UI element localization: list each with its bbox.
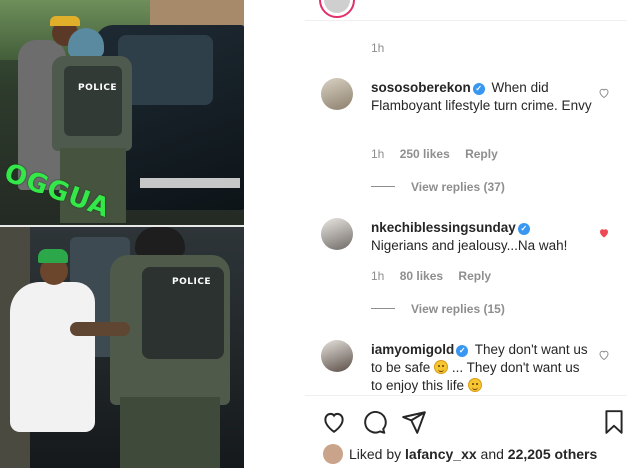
bookmark-icon[interactable] bbox=[601, 409, 627, 435]
view-replies-button[interactable]: View replies (37) bbox=[371, 180, 505, 194]
comment-body: sososoberekon ✓ When did Flamboyant lifes… bbox=[371, 79, 593, 115]
comment-username[interactable]: nkechiblessingsunday bbox=[371, 220, 516, 235]
comment-time: 1h bbox=[371, 269, 385, 283]
post-image[interactable]: POLICE OGGUA POLICE bbox=[0, 0, 244, 468]
comment-time: 1h bbox=[371, 147, 385, 161]
post-timestamp: 1h bbox=[371, 41, 385, 55]
comment-likes-count[interactable]: 80 likes bbox=[400, 269, 443, 283]
header-divider bbox=[305, 20, 627, 21]
verified-badge-icon: ✓ bbox=[472, 83, 485, 95]
comment-likes-count[interactable]: 250 likes bbox=[400, 147, 450, 161]
comment-username[interactable]: iamyomigold bbox=[371, 342, 454, 357]
liker-avatar[interactable] bbox=[323, 444, 343, 464]
liker-username[interactable]: lafancy_xx bbox=[405, 446, 477, 462]
replies-divider bbox=[371, 186, 395, 187]
police2-arm bbox=[70, 322, 130, 336]
comment-avatar[interactable] bbox=[321, 218, 353, 250]
verified-badge-icon: ✓ bbox=[456, 345, 469, 357]
view-replies-label: View replies (37) bbox=[411, 180, 505, 194]
likes-count[interactable]: 22,205 others bbox=[508, 446, 598, 462]
smirk-emoji-icon bbox=[434, 360, 449, 374]
view-replies-button[interactable]: View replies (15) bbox=[371, 302, 505, 316]
comment-body: nkechiblessingsunday ✓ Nigerians and jeal… bbox=[371, 219, 593, 255]
share-icon[interactable] bbox=[401, 409, 427, 435]
reply-button[interactable]: Reply bbox=[458, 269, 491, 283]
comment-body: iamyomigold ✓ They don't want us to be sa… bbox=[371, 341, 593, 395]
comment-actions: 1h 250 likes Reply bbox=[371, 147, 510, 161]
reply-button[interactable]: Reply bbox=[465, 147, 498, 161]
comment-username[interactable]: sososoberekon bbox=[371, 80, 471, 95]
actions-divider bbox=[305, 395, 627, 396]
post-author-avatar[interactable] bbox=[319, 0, 355, 18]
verified-badge-icon: ✓ bbox=[517, 223, 530, 235]
police-vest bbox=[64, 66, 122, 136]
man-cap bbox=[50, 16, 80, 26]
post-photo-top: POLICE OGGUA bbox=[0, 0, 244, 225]
comment-text: Nigerians and jealousy...Na wah! bbox=[371, 238, 568, 253]
post-photo-bottom: POLICE bbox=[0, 227, 244, 468]
likes-middle: and bbox=[480, 446, 504, 462]
police2-helmet bbox=[135, 227, 185, 257]
heart-icon[interactable] bbox=[598, 87, 610, 99]
man-white-attire bbox=[10, 282, 95, 432]
comment-actions: 1h 80 likes Reply bbox=[371, 269, 503, 283]
comments-panel: 1h sososoberekon ✓ When did Flamboyant li… bbox=[305, 0, 627, 468]
laughing-emoji-icon bbox=[467, 378, 482, 392]
comment-icon[interactable] bbox=[361, 409, 387, 435]
vest-label-bottom: POLICE bbox=[172, 277, 212, 287]
view-replies-label: View replies (15) bbox=[411, 302, 505, 316]
suv-step bbox=[140, 178, 240, 188]
likes-summary: Liked by lafancy_xx and 22,205 others bbox=[323, 444, 597, 464]
comment-avatar[interactable] bbox=[321, 78, 353, 110]
heart-icon-liked[interactable] bbox=[598, 227, 610, 239]
police2-trousers bbox=[120, 397, 220, 468]
replies-divider bbox=[371, 308, 395, 309]
likes-prefix: Liked by bbox=[349, 446, 402, 462]
vest-label-top: POLICE bbox=[78, 83, 118, 93]
man-white-cap bbox=[38, 249, 68, 263]
comment-avatar[interactable] bbox=[321, 340, 353, 372]
police-helmet bbox=[68, 28, 104, 58]
heart-icon[interactable] bbox=[598, 349, 610, 361]
suv-window bbox=[118, 35, 213, 105]
like-heart-icon[interactable] bbox=[321, 409, 347, 435]
